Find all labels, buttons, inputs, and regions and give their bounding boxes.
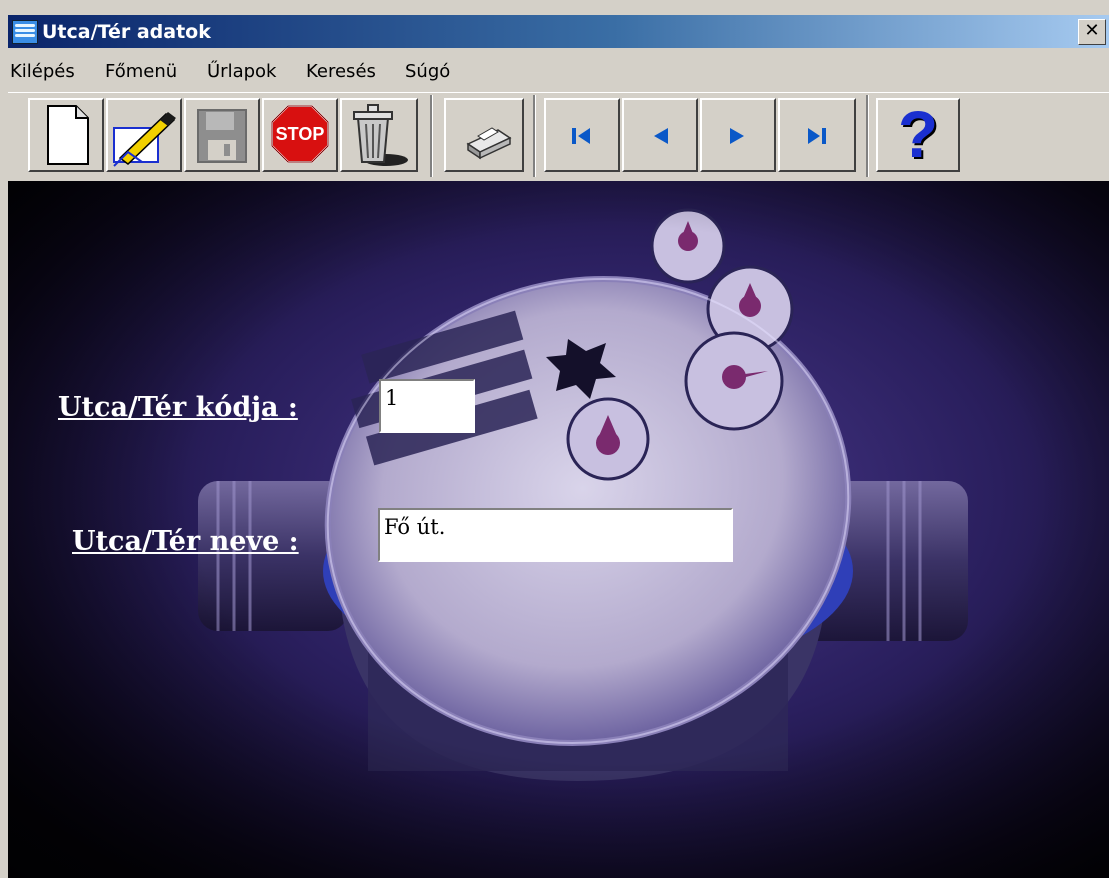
menu-help[interactable]: Súgó — [405, 61, 450, 82]
toolbar: STOP ? — [8, 92, 1109, 181]
street-code-input[interactable]: 1 — [379, 379, 475, 433]
last-record-button[interactable] — [778, 98, 856, 172]
arrow-right-icon — [730, 128, 744, 144]
toolbar-separator — [866, 95, 869, 177]
edit-button[interactable] — [106, 98, 182, 172]
app-icon — [12, 20, 38, 44]
menu-bar: Kilépés Főmenü Űrlapok Keresés Súgó — [8, 56, 1109, 88]
next-record-button[interactable] — [700, 98, 776, 172]
menu-exit[interactable]: Kilépés — [10, 61, 75, 82]
menu-forms[interactable]: Űrlapok — [207, 61, 276, 82]
arrow-left-icon — [654, 128, 668, 144]
toolbar-separator — [430, 95, 433, 177]
street-name-label: Utca/Tér neve : — [72, 526, 299, 557]
menu-search[interactable]: Keresés — [306, 61, 376, 82]
window-title: Utca/Tér adatok — [42, 21, 211, 43]
previous-record-button[interactable] — [622, 98, 698, 172]
close-button[interactable]: ✕ — [1078, 19, 1106, 45]
print-button[interactable] — [444, 98, 524, 172]
save-button[interactable] — [184, 98, 260, 172]
street-code-label: Utca/Tér kódja : — [58, 392, 298, 423]
title-bar: Utca/Tér adatok ✕ — [8, 15, 1109, 48]
trash-can-icon — [353, 104, 408, 166]
edit-pen-icon — [113, 112, 176, 167]
delete-button[interactable] — [340, 98, 418, 172]
skip-first-icon — [572, 128, 590, 144]
form-area: Utca/Tér kódja : 1 Utca/Tér neve : Fő út… — [8, 181, 1109, 878]
first-record-button[interactable] — [544, 98, 620, 172]
menu-main[interactable]: Főmenü — [105, 61, 177, 82]
printer-icon — [466, 127, 512, 160]
help-icon: ? — [897, 97, 939, 171]
toolbar-separator — [533, 95, 536, 177]
street-name-input[interactable]: Fő út. — [378, 508, 733, 562]
skip-last-icon — [808, 128, 826, 144]
new-button[interactable] — [28, 98, 104, 172]
stop-button[interactable]: STOP — [262, 98, 338, 172]
new-document-icon — [47, 105, 89, 165]
stop-label: STOP — [275, 124, 325, 144]
help-button[interactable]: ? — [876, 97, 960, 172]
floppy-disk-icon — [197, 109, 247, 163]
